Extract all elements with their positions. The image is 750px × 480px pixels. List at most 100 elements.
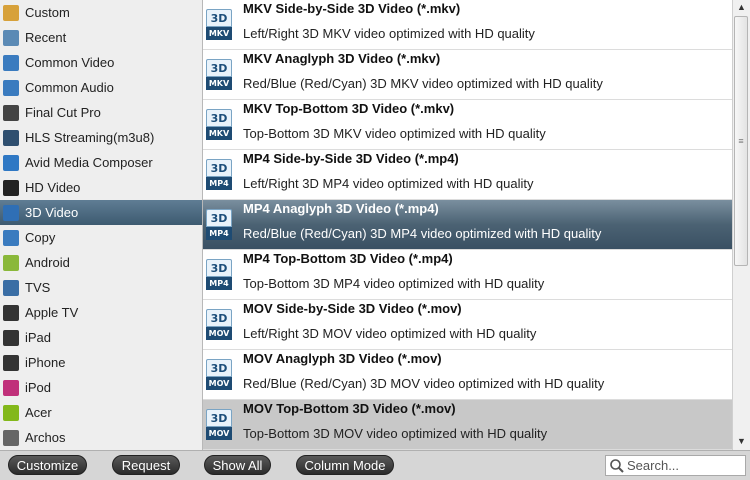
- ipod-icon: [3, 379, 19, 396]
- format-icon-badge: MOV: [206, 327, 232, 340]
- format-description: Red/Blue (Red/Cyan) 3D MKV video optimiz…: [243, 76, 603, 91]
- format-icon-badge: MOV: [206, 427, 232, 440]
- scroll-up-arrow-icon[interactable]: ▲: [733, 0, 750, 14]
- sidebar-item-label: Final Cut Pro: [25, 105, 101, 120]
- sidebar-item-hls-streaming-m3u8[interactable]: HLS Streaming(m3u8): [0, 125, 202, 150]
- format-title: MKV Side-by-Side 3D Video (*.mkv): [243, 1, 461, 16]
- format-3d-icon: 3D MP4: [206, 159, 232, 191]
- sidebar-item-label: Common Video: [25, 55, 115, 70]
- format-icon-3d-text: 3D: [206, 209, 232, 227]
- sidebar-item-label: Apple TV: [25, 305, 79, 320]
- avid-icon: [3, 154, 19, 171]
- format-icon-badge: MKV: [206, 77, 232, 90]
- format-title: MP4 Side-by-Side 3D Video (*.mp4): [243, 151, 459, 166]
- format-icon-badge: MOV: [206, 377, 232, 390]
- sidebar-item-archos[interactable]: Archos: [0, 425, 202, 450]
- format-row[interactable]: 3D MP4 MP4 Side-by-Side 3D Video (*.mp4) Le…: [203, 150, 732, 200]
- sidebar-item-label: Android: [25, 255, 70, 270]
- format-title: MP4 Anaglyph 3D Video (*.mp4): [243, 201, 439, 216]
- sidebar-item-hd-video[interactable]: HD Video: [0, 175, 202, 200]
- format-icon-3d-text: 3D: [206, 309, 232, 327]
- format-row[interactable]: 3D MOV MOV Top-Bottom 3D Video (*.mov) Top-…: [203, 400, 732, 450]
- format-icon-badge: MKV: [206, 127, 232, 140]
- sidebar-item-label: iPhone: [25, 355, 66, 370]
- sidebar-item-acer[interactable]: Acer: [0, 400, 202, 425]
- format-description: Left/Right 3D MOV video optimized with H…: [243, 326, 537, 341]
- format-row[interactable]: 3D MKV MKV Side-by-Side 3D Video (*.mkv) Le…: [203, 0, 732, 50]
- format-icon-3d-text: 3D: [206, 359, 232, 377]
- sidebar-item-label: iPod: [25, 380, 52, 395]
- sidebar-item-android[interactable]: Android: [0, 250, 202, 275]
- sidebar-item-label: Acer: [25, 405, 52, 420]
- copy-icon: [3, 229, 19, 246]
- format-icon-3d-text: 3D: [206, 109, 232, 127]
- format-icon-3d-text: 3D: [206, 259, 232, 277]
- sidebar-item-ipod[interactable]: iPod: [0, 375, 202, 400]
- format-title: MKV Top-Bottom 3D Video (*.mkv): [243, 101, 455, 116]
- format-description: Left/Right 3D MP4 video optimized with H…: [243, 176, 534, 191]
- android-icon: [3, 254, 19, 271]
- sidebar-item-label: Copy: [25, 230, 56, 245]
- format-row[interactable]: 3D MP4 MP4 Top-Bottom 3D Video (*.mp4) Top-…: [203, 250, 732, 300]
- clapper-icon: [3, 104, 19, 121]
- sidebar-item-label: TVS: [25, 280, 51, 295]
- format-3d-icon: 3D MP4: [206, 259, 232, 291]
- sidebar-item-common-video[interactable]: Common Video: [0, 50, 202, 75]
- column-mode-button[interactable]: Column Mode: [296, 455, 394, 475]
- scrollbar-thumb[interactable]: ≡: [734, 16, 748, 266]
- format-row[interactable]: 3D MP4 MP4 Anaglyph 3D Video (*.mp4) Red/Bl…: [203, 200, 732, 250]
- tv-icon: [3, 279, 19, 296]
- format-icon-3d-text: 3D: [206, 159, 232, 177]
- sidebar-item-3d-video[interactable]: 3D Video: [0, 200, 202, 225]
- search-input[interactable]: [627, 458, 742, 473]
- format-title: MP4 Top-Bottom 3D Video (*.mp4): [243, 251, 453, 266]
- format-description: Top-Bottom 3D MOV video optimized with H…: [243, 426, 548, 441]
- sidebar-item-iphone[interactable]: iPhone: [0, 350, 202, 375]
- sidebar-item-ipad[interactable]: iPad: [0, 325, 202, 350]
- format-title: MKV Anaglyph 3D Video (*.mkv): [243, 51, 441, 66]
- format-3d-icon: 3D MKV: [206, 9, 232, 41]
- search-box[interactable]: [605, 455, 746, 476]
- customize-button[interactable]: Customize: [8, 455, 87, 475]
- scroll-down-arrow-icon[interactable]: ▼: [733, 434, 750, 448]
- format-3d-icon: 3D MOV: [206, 359, 232, 391]
- sidebar-item-label: HD Video: [25, 180, 81, 195]
- sidebar-item-final-cut-pro[interactable]: Final Cut Pro: [0, 100, 202, 125]
- calendar-icon: [3, 29, 19, 46]
- format-row[interactable]: 3D MOV MOV Side-by-Side 3D Video (*.mov) Le…: [203, 300, 732, 350]
- folder-icon: [3, 4, 19, 21]
- show-all-button[interactable]: Show All: [204, 455, 271, 475]
- sidebar-item-tvs[interactable]: TVS: [0, 275, 202, 300]
- sidebar-item-copy[interactable]: Copy: [0, 225, 202, 250]
- format-icon-3d-text: 3D: [206, 409, 232, 427]
- bottom-toolbar: Customize Request Show All Column Mode: [0, 450, 750, 480]
- format-row[interactable]: 3D MKV MKV Anaglyph 3D Video (*.mkv) Red/Bl…: [203, 50, 732, 100]
- format-list: 3D MKV MKV Side-by-Side 3D Video (*.mkv) Le…: [203, 0, 732, 450]
- archos-icon: [3, 429, 19, 446]
- sidebar-item-avid-media-composer[interactable]: Avid Media Composer: [0, 150, 202, 175]
- format-3d-icon: 3D MKV: [206, 109, 232, 141]
- format-3d-icon: 3D MKV: [206, 59, 232, 91]
- format-row[interactable]: 3D MKV MKV Top-Bottom 3D Video (*.mkv) Top-…: [203, 100, 732, 150]
- sidebar-item-apple-tv[interactable]: Apple TV: [0, 300, 202, 325]
- request-button[interactable]: Request: [112, 455, 180, 475]
- video-icon: [3, 54, 19, 71]
- sidebar-item-common-audio[interactable]: Common Audio: [0, 75, 202, 100]
- m3u8-icon: [3, 129, 19, 146]
- format-description: Top-Bottom 3D MP4 video optimized with H…: [243, 276, 545, 291]
- sidebar-item-custom[interactable]: Custom: [0, 0, 202, 25]
- format-description: Red/Blue (Red/Cyan) 3D MOV video optimiz…: [243, 376, 605, 391]
- sidebar-item-label: Custom: [25, 5, 70, 20]
- format-icon-badge: MKV: [206, 27, 232, 40]
- format-3d-icon: 3D MOV: [206, 309, 232, 341]
- format-title: MOV Side-by-Side 3D Video (*.mov): [243, 301, 462, 316]
- sidebar-item-recent[interactable]: Recent: [0, 25, 202, 50]
- format-3d-icon: 3D MP4: [206, 209, 232, 241]
- iphone-icon: [3, 354, 19, 371]
- format-list-scrollbar[interactable]: ▲ ≡ ▼: [732, 0, 750, 450]
- sidebar-item-label: iPad: [25, 330, 52, 345]
- format-icon-badge: MP4: [206, 227, 232, 240]
- sidebar-item-label: Recent: [25, 30, 67, 45]
- format-3d-icon: 3D MOV: [206, 409, 232, 441]
- format-row[interactable]: 3D MOV MOV Anaglyph 3D Video (*.mov) Red/Bl…: [203, 350, 732, 400]
